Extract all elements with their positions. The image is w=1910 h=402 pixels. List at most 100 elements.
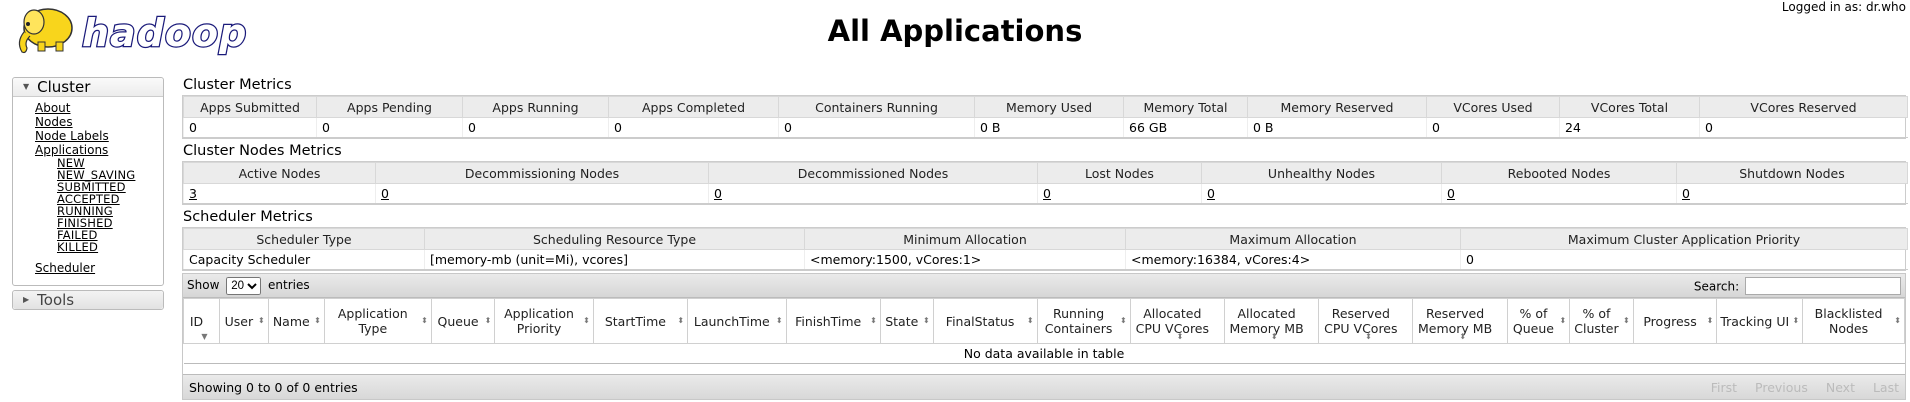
col-state[interactable]: State ⬍ — [879, 298, 934, 344]
metric-value: 0 B — [1247, 117, 1427, 138]
col-blacklisted-nodes[interactable]: Blacklisted Nodes ⬍ — [1802, 298, 1905, 344]
metric-value: <memory:1500, vCores:1> — [804, 249, 1126, 270]
col-name[interactable]: Name ⬍ — [267, 298, 325, 344]
col-running-containers[interactable]: Running Containers ⬍ — [1036, 298, 1131, 344]
lost-nodes-link[interactable]: 0 — [1043, 186, 1051, 201]
col-tracking-ui[interactable]: Tracking UI ⬍ — [1716, 298, 1804, 344]
decommissioning-nodes-link[interactable]: 0 — [381, 186, 389, 201]
metric-value: 0 — [316, 117, 463, 138]
pager-previous-button[interactable]: Previous — [1755, 380, 1808, 395]
col-header: Apps Completed — [608, 96, 779, 118]
sort-icon: ⬍ — [1706, 316, 1714, 325]
pager-first-button[interactable]: First — [1711, 380, 1737, 395]
col-header: VCores Total — [1559, 96, 1700, 118]
sort-icon: ⬍ — [1792, 316, 1800, 325]
search-input[interactable] — [1745, 276, 1901, 295]
col-header: Scheduler Type — [183, 228, 425, 250]
col-reserved-memory-mb[interactable]: Reserved Memory MB ⬍ — [1412, 298, 1508, 344]
left-nav: ▼ Cluster About Nodes Node Labels Applic… — [12, 77, 164, 310]
pager-last-button[interactable]: Last — [1873, 380, 1899, 395]
col-reserved-cpu-vcores[interactable]: Reserved CPU VCores ⬍ — [1318, 298, 1414, 344]
nav-state-killed[interactable]: KILLED — [57, 241, 163, 253]
pager-next-button[interactable]: Next — [1826, 380, 1855, 395]
metric-value: 0 — [1460, 249, 1908, 270]
col-percent-of-cluster[interactable]: % of Cluster ⬍ — [1569, 298, 1634, 344]
sort-icon: ⬍ — [1176, 332, 1184, 341]
rebooted-nodes-link[interactable]: 0 — [1447, 186, 1455, 201]
col-start-time[interactable]: StartTime ⬍ — [592, 298, 689, 344]
sort-icon: ⬍ — [421, 316, 428, 325]
search-control: Search: — [1693, 276, 1901, 295]
active-nodes-link[interactable]: 3 — [189, 186, 197, 201]
col-header: Shutdown Nodes — [1676, 162, 1908, 184]
col-launch-time[interactable]: LaunchTime ⬍ — [687, 298, 787, 344]
col-header: Memory Total — [1123, 96, 1248, 118]
empty-table-message: No data available in table — [183, 343, 1905, 364]
sort-icon: ⬍ — [775, 316, 783, 325]
nav-link-node-labels[interactable]: Node Labels — [35, 129, 163, 143]
shutdown-nodes-link[interactable]: 0 — [1682, 186, 1690, 201]
nav-link-scheduler[interactable]: Scheduler — [35, 261, 163, 275]
col-final-status[interactable]: FinalStatus ⬍ — [932, 298, 1038, 344]
col-allocated-memory-mb[interactable]: Allocated Memory MB ⬍ — [1223, 298, 1320, 344]
show-label: Show — [187, 277, 220, 292]
sort-icon: ⬍ — [1623, 316, 1630, 325]
header: hadoop All Applications Logged in as: dr… — [0, 0, 1910, 66]
col-finish-time[interactable]: FinishTime ⬍ — [785, 298, 881, 344]
sort-icon: ⬍ — [1459, 332, 1467, 341]
metric-value: [memory-mb (unit=Mi), vcores] — [424, 249, 805, 270]
nav-link-nodes[interactable]: Nodes — [35, 115, 163, 129]
col-header: Apps Pending — [316, 96, 463, 118]
col-header: Decommissioned Nodes — [708, 162, 1038, 184]
nodes-metrics-table: Active Nodes Decommissioning Nodes Decom… — [183, 162, 1908, 204]
metric-value: 0 — [462, 117, 609, 138]
col-header: Lost Nodes — [1037, 162, 1202, 184]
cluster-panel: ▼ Cluster About Nodes Node Labels Applic… — [12, 77, 164, 286]
cluster-panel-header[interactable]: ▼ Cluster — [13, 78, 163, 97]
cluster-label: Cluster — [37, 78, 91, 96]
tools-panel-header[interactable]: ▶ Tools — [13, 291, 163, 309]
tools-panel: ▶ Tools — [12, 290, 164, 310]
col-header: Scheduling Resource Type — [424, 228, 805, 250]
col-allocated-cpu-vcores[interactable]: Allocated CPU VCores ⬍ — [1129, 298, 1225, 344]
entries-select[interactable]: 20 — [226, 276, 262, 295]
col-header: Maximum Allocation — [1125, 228, 1461, 250]
search-label: Search: — [1693, 279, 1740, 293]
sort-icon: ⬍ — [870, 316, 877, 325]
nav-link-applications[interactable]: Applications — [35, 143, 163, 157]
pagination: First Previous Next Last — [1697, 380, 1899, 395]
sort-icon: ⬍ — [923, 316, 930, 325]
col-header: Minimum Allocation — [804, 228, 1126, 250]
metric-value: 0 — [1699, 117, 1908, 138]
sort-icon: ⬍ — [1026, 316, 1034, 325]
login-status: Logged in as: dr.who — [1781, 0, 1906, 14]
unhealthy-nodes-link[interactable]: 0 — [1207, 186, 1215, 201]
metric-value: <memory:16384, vCores:4> — [1125, 249, 1461, 270]
cluster-metrics-table: Apps Submitted Apps Pending Apps Running… — [183, 96, 1908, 138]
col-queue[interactable]: Queue ⬍ — [430, 298, 496, 344]
sort-icon: ⬍ — [1270, 332, 1278, 341]
col-header: Unhealthy Nodes — [1201, 162, 1442, 184]
col-percent-of-queue[interactable]: % of Queue ⬍ — [1506, 298, 1571, 344]
page-title: All Applications — [827, 14, 1083, 48]
sort-icon: ⬍ — [583, 316, 590, 325]
col-progress[interactable]: Progress ⬍ — [1632, 298, 1718, 344]
col-id[interactable]: ID ▼ — [183, 298, 220, 344]
sort-icon: ⬍ — [1120, 316, 1127, 325]
col-header: Containers Running — [778, 96, 975, 118]
col-application-type[interactable]: Application Type ⬍ — [323, 298, 432, 344]
col-header: Memory Used — [974, 96, 1124, 118]
sort-icon: ⬍ — [677, 316, 685, 325]
metric-value: 0 — [778, 117, 975, 138]
main-content: Cluster Metrics Apps Submitted Apps Pend… — [182, 75, 1908, 400]
sort-icon: ⬍ — [314, 316, 321, 325]
col-header: Memory Reserved — [1247, 96, 1427, 118]
col-application-priority[interactable]: Application Priority ⬍ — [494, 298, 594, 344]
col-header: Rebooted Nodes — [1441, 162, 1677, 184]
col-user[interactable]: User ⬍ — [219, 298, 269, 344]
scheduler-metrics-table: Scheduler Type Scheduling Resource Type … — [183, 228, 1908, 270]
decommissioned-nodes-link[interactable]: 0 — [714, 186, 722, 201]
metric-value: 66 GB — [1123, 117, 1248, 138]
nav-link-about[interactable]: About — [35, 101, 163, 115]
sort-icon: ⬍ — [1559, 316, 1567, 325]
